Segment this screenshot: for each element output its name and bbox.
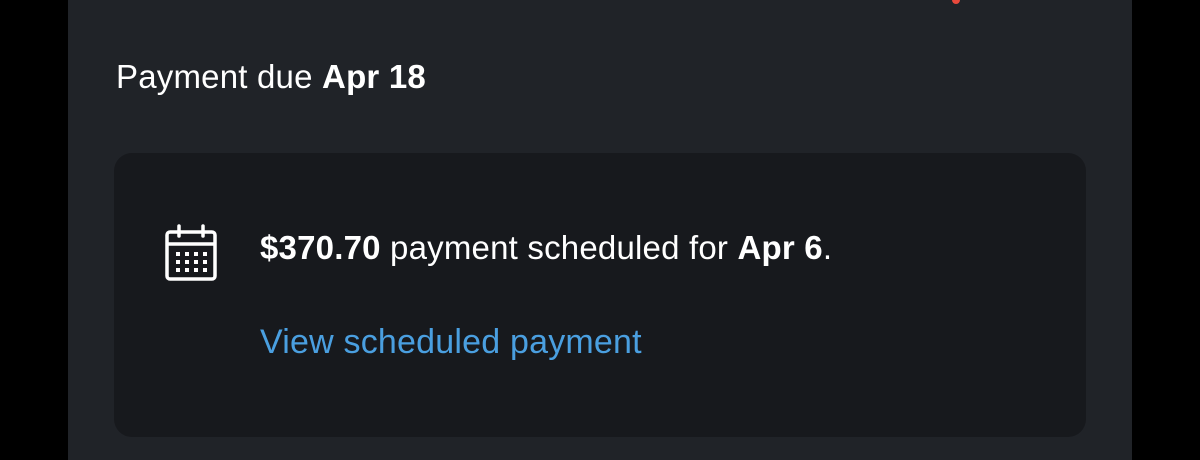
scheduled-period: . — [822, 229, 833, 266]
scheduled-text: payment scheduled for — [380, 229, 738, 266]
payment-screen: Payment due Apr 18 $370.70 payment sched… — [68, 0, 1132, 460]
notification-dot — [952, 0, 960, 4]
scheduled-date: Apr 6 — [737, 229, 823, 266]
scheduled-amount: $370.70 — [260, 229, 381, 266]
payment-due-date: Apr 18 — [322, 58, 426, 95]
scheduled-payment-card: $370.70 payment scheduled for Apr 6. Vie… — [114, 153, 1086, 437]
calendar-icon — [165, 224, 217, 281]
payment-due-label: Payment due — [116, 58, 313, 95]
scheduled-payment-message: $370.70 payment scheduled for Apr 6. — [260, 229, 832, 267]
payment-due-heading: Payment due Apr 18 — [116, 58, 426, 96]
view-scheduled-payment-link[interactable]: View scheduled payment — [260, 323, 642, 362]
